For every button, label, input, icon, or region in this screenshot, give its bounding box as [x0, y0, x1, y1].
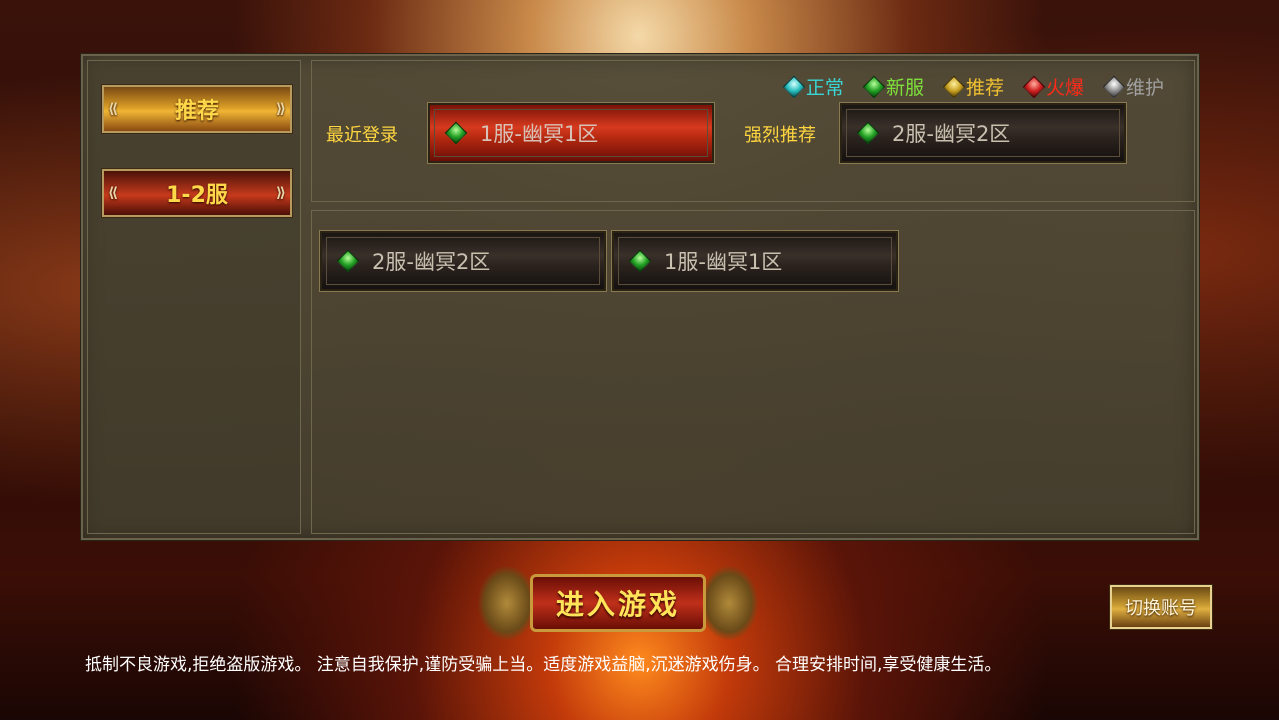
green-gem-icon — [862, 75, 886, 98]
right-arrow-icon: ⟫ — [275, 101, 286, 117]
health-gaming-notice: 抵制不良游戏,拒绝盗版游戏。 注意自我保护,谨防受骗上当。适度游戏益脑,沉迷游戏… — [85, 655, 1002, 675]
green-gem-icon — [444, 121, 468, 145]
status-legend: 正常 新服 推荐 火爆 维护 — [782, 73, 1164, 100]
server-group-sidebar: ⟪ 推荐 ⟫ ⟪ 1-2服 ⟫ — [87, 60, 301, 534]
dragon-ornament-icon — [700, 566, 758, 640]
enter-game-label: 进入游戏 — [530, 574, 706, 632]
recent-server-button[interactable]: 1服-幽冥1区 — [427, 102, 715, 164]
server-select-panel: ⟪ 推荐 ⟫ ⟪ 1-2服 ⟫ 正常 新服 推荐 火爆 维护 最近登录 1服-幽… — [81, 54, 1199, 540]
recent-login-label: 最近登录 — [326, 125, 398, 146]
sidebar-item-recommended[interactable]: ⟪ 推荐 ⟫ — [101, 84, 293, 134]
recommended-server-button[interactable]: 2服-幽冥2区 — [839, 102, 1127, 164]
grey-gem-icon — [1102, 75, 1126, 98]
server-list-item[interactable]: 2服-幽冥2区 — [319, 230, 607, 292]
gold-gem-icon — [942, 75, 966, 98]
cyan-gem-icon — [782, 75, 806, 98]
green-gem-icon — [336, 249, 360, 273]
legend-maintenance: 维护 — [1102, 73, 1164, 100]
featured-servers-box: 正常 新服 推荐 火爆 维护 最近登录 1服-幽冥1区 强烈推荐 2服-幽冥2区 — [311, 60, 1195, 202]
green-gem-icon — [628, 249, 652, 273]
legend-recommended: 推荐 — [942, 73, 1004, 100]
legend-hot: 火爆 — [1022, 73, 1084, 100]
red-gem-icon — [1022, 75, 1046, 98]
left-arrow-icon: ⟪ — [108, 101, 119, 117]
server-name: 2服-幽冥2区 — [372, 250, 491, 274]
server-name: 1服-幽冥1区 — [480, 122, 599, 146]
sidebar-item-label: 1-2服 — [166, 183, 228, 208]
server-name: 1服-幽冥1区 — [664, 250, 783, 274]
server-name: 2服-幽冥2区 — [892, 122, 1011, 146]
strongly-recommended-label: 强烈推荐 — [744, 125, 816, 146]
dragon-ornament-icon — [478, 566, 536, 640]
server-list-box: 2服-幽冥2区 1服-幽冥1区 — [311, 210, 1195, 534]
legend-new: 新服 — [862, 73, 924, 100]
green-gem-icon — [856, 121, 880, 145]
sidebar-item-servers-1-2[interactable]: ⟪ 1-2服 ⟫ — [101, 168, 293, 218]
switch-account-button[interactable]: 切换账号 — [1109, 584, 1213, 630]
server-list-item[interactable]: 1服-幽冥1区 — [611, 230, 899, 292]
enter-game-button[interactable]: 进入游戏 — [478, 562, 758, 644]
left-arrow-icon: ⟪ — [108, 185, 119, 201]
sidebar-item-label: 推荐 — [174, 99, 219, 124]
legend-normal: 正常 — [782, 73, 844, 100]
right-arrow-icon: ⟫ — [275, 185, 286, 201]
